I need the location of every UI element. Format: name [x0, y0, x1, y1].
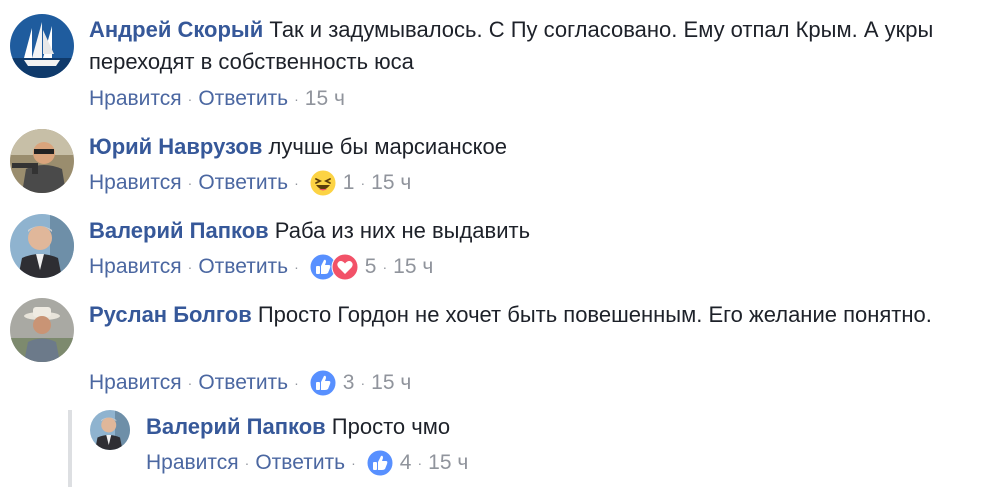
comment-author[interactable]: Валерий Папков [146, 414, 326, 439]
comment-author[interactable]: Валерий Папков [89, 218, 269, 243]
avatar[interactable] [10, 129, 74, 193]
separator-dot: · [417, 455, 423, 471]
comment-body: Андрей Скорый Так и задумывалось. С Пу с… [89, 14, 969, 78]
comment-actions: Нравится · Ответить · 4 · 15 ч [146, 449, 468, 477]
separator-dot: · [187, 375, 193, 391]
avatar[interactable] [90, 410, 130, 450]
comment-time[interactable]: 15 ч [393, 253, 433, 281]
comment-time[interactable]: 15 ч [371, 169, 411, 197]
comment-time[interactable]: 15 ч [428, 449, 468, 477]
comment-author[interactable]: Руслан Болгов [89, 302, 252, 327]
reaction-count: 1 [342, 171, 355, 194]
comment-time[interactable]: 15 ч [371, 369, 411, 397]
separator-dot: · [244, 455, 250, 471]
separator-dot: · [382, 259, 388, 275]
reaction-summary[interactable]: 5 [309, 253, 377, 281]
comment-body: Валерий Папков Раба из них не выдавить [89, 215, 969, 247]
reply-thread-line [68, 410, 72, 487]
reply-link[interactable]: Ответить [198, 369, 288, 397]
like-link[interactable]: Нравится [146, 449, 239, 477]
comment-body: Руслан Болгов Просто Гордон не хочет быт… [89, 299, 969, 331]
separator-dot: · [187, 259, 193, 275]
reaction-summary[interactable]: 4 [366, 449, 412, 477]
separator-dot: · [360, 175, 366, 191]
man-with-gun-avatar-icon [10, 129, 74, 193]
comment-text: Просто чмо [331, 414, 451, 439]
love-icon [331, 253, 359, 281]
reply-link[interactable]: Ответить [198, 169, 288, 197]
comment-text: Раба из них не выдавить [274, 218, 531, 243]
reply-link[interactable]: Ответить [255, 449, 345, 477]
reply-link[interactable]: Ответить [198, 85, 288, 113]
separator-dot: · [360, 375, 366, 391]
comment-body: Юрий Наврузов лучше бы марсианское [89, 131, 969, 163]
comment-actions: Нравится · Ответить · 1 · 15 ч [89, 169, 411, 197]
comment-actions: Нравится · Ответить · 5 · 15 ч [89, 253, 433, 281]
avatar[interactable] [10, 298, 74, 362]
man-in-suit-avatar-icon [10, 214, 74, 278]
reaction-count: 4 [399, 451, 412, 474]
like-link[interactable]: Нравится [89, 169, 182, 197]
like-icon [309, 369, 337, 397]
separator-dot: · [187, 91, 193, 107]
separator-dot: · [294, 175, 299, 191]
separator-dot: · [351, 455, 356, 471]
avatar[interactable] [10, 214, 74, 278]
avatar[interactable] [10, 14, 74, 78]
comment-text: Просто Гордон не хочет быть повешенным. … [257, 302, 932, 327]
comment-body: Валерий Папков Просто чмо [146, 411, 966, 443]
sailing-ship-avatar-icon [10, 14, 74, 78]
reaction-summary[interactable]: 3 [309, 369, 355, 397]
like-link[interactable]: Нравится [89, 253, 182, 281]
separator-dot: · [187, 175, 193, 191]
separator-dot: · [294, 259, 299, 275]
reaction-summary[interactable]: 1 [309, 169, 355, 197]
like-link[interactable]: Нравится [89, 369, 182, 397]
comment-time[interactable]: 15 ч [305, 85, 345, 113]
haha-icon [309, 169, 337, 197]
comment-actions: Нравится · Ответить · 15 ч [89, 85, 345, 113]
reply-link[interactable]: Ответить [198, 253, 288, 281]
like-icon [366, 449, 394, 477]
reaction-count: 5 [364, 255, 377, 278]
comment-text: лучше бы марсианское [268, 134, 507, 159]
separator-dot: · [294, 375, 299, 391]
separator-dot: · [294, 91, 299, 107]
man-in-hat-avatar-icon [10, 298, 74, 362]
like-link[interactable]: Нравится [89, 85, 182, 113]
reaction-count: 3 [342, 371, 355, 394]
comment-author[interactable]: Андрей Скорый [89, 17, 263, 42]
man-in-suit-avatar-icon [90, 410, 130, 450]
comment-author[interactable]: Юрий Наврузов [89, 134, 262, 159]
comment-actions: Нравится · Ответить · 3 · 15 ч [89, 369, 411, 397]
